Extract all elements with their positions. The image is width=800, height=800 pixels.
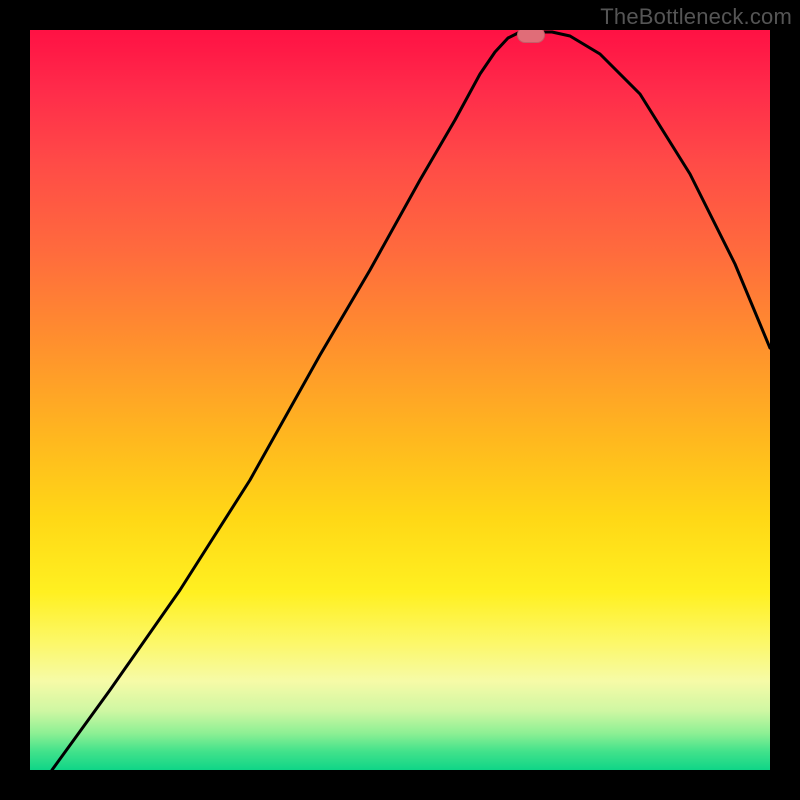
chart-frame: TheBottleneck.com — [0, 0, 800, 800]
bottleneck-curve — [30, 30, 770, 770]
watermark-text: TheBottleneck.com — [600, 4, 792, 30]
plot-area — [30, 30, 770, 770]
optimum-marker — [517, 30, 545, 43]
